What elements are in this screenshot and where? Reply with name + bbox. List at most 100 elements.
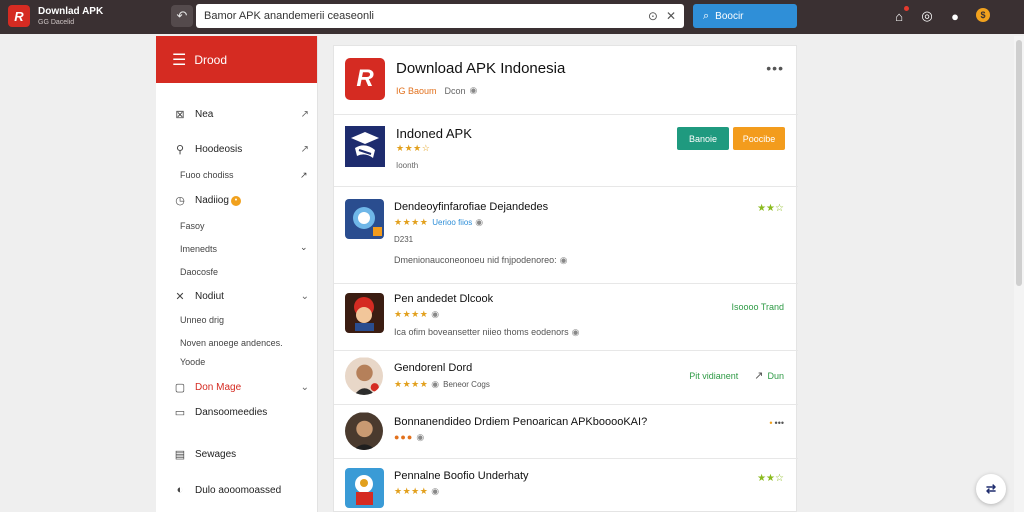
magnifier-icon: ⌕	[703, 9, 710, 22]
app-category: Beneor Cogs	[443, 380, 490, 389]
app-avatar[interactable]	[345, 412, 383, 450]
featured-app-meta: Ioonth	[396, 161, 419, 170]
app-icon[interactable]	[345, 293, 384, 333]
info-icon[interactable]: ◉	[416, 432, 424, 442]
info-icon[interactable]: ◉	[431, 379, 439, 389]
chevron-down-icon: ⌄	[300, 382, 309, 393]
app-title[interactable]: Pen andedet Dlcook	[394, 293, 493, 305]
more-options-icon[interactable]: • •••	[769, 418, 784, 428]
app-trend-label[interactable]: Isoooo Trand	[731, 302, 784, 312]
primary-action-button[interactable]: Banoie	[677, 127, 729, 150]
app-rating: ★★★★ Uerioo fiios ◉	[394, 217, 484, 227]
sidebar-item-dulo[interactable]: ◐ Dulo aooomoassed	[156, 484, 318, 496]
info-icon[interactable]: ◉	[475, 217, 483, 227]
app-description: Dmenionauconeonoeu nid fnjpodenoreo: ◉	[394, 255, 568, 265]
sidebar-subitem[interactable]: Noven anoege andences.	[180, 338, 283, 348]
home-icon[interactable]: ⌂	[892, 6, 909, 24]
floating-action-button[interactable]: ⇄	[976, 474, 1006, 504]
arrow-icon: ↗	[300, 170, 308, 180]
app-title[interactable]: Bonnanendideo Drdiem Penoarican APKboooo…	[394, 416, 647, 428]
app-actions: Pit vidianent ↗ Dun	[689, 369, 784, 382]
clock-icon: ◷	[175, 195, 185, 207]
brand-subtitle: GG Dacelid	[38, 18, 75, 26]
sidebar-item-dansoomeedies[interactable]: ▭ Dansoomeedies	[156, 406, 318, 419]
app-link[interactable]: Dun	[767, 371, 784, 381]
sidebar-item-nea[interactable]: ⊠ Nea ↗	[156, 108, 318, 121]
sidebar-subitem[interactable]: Fasoy	[180, 221, 205, 231]
secondary-action-button[interactable]: Poocibe	[733, 127, 785, 150]
brand-title: Downlad APK	[38, 5, 104, 17]
featured-app-title[interactable]: Indoned APK	[396, 126, 472, 141]
main-panel: R Download APK Indonesia IG Baoum Dcon ◉…	[333, 45, 798, 512]
app-title[interactable]: Dendeoyfinfarofiae Dejandedes	[394, 201, 548, 213]
document-icon: ▤	[174, 449, 186, 461]
sidebar-item-sewages[interactable]: ▤ Sewages	[156, 448, 318, 461]
info-icon[interactable]: ◉	[560, 255, 568, 265]
trend-icon: ↗	[754, 370, 764, 382]
app-title[interactable]: Pennalne Boofio Underhaty	[394, 470, 529, 482]
sidebar-subitem[interactable]: Yoode	[180, 357, 205, 367]
sidebar-item-nodiut[interactable]: ✕ Nodiut ⌄	[156, 290, 318, 303]
divider	[334, 350, 798, 351]
sidebar-subitem[interactable]: Unneo drig	[180, 315, 224, 325]
app-rating: ★★★★ ◉ Beneor Cogs	[394, 379, 490, 389]
info-icon[interactable]: ◉	[431, 486, 439, 496]
wrench-icon: ⚲	[175, 144, 185, 156]
featured-app-icon[interactable]	[345, 126, 385, 167]
sidebar-header[interactable]: ☰ Drood	[156, 36, 317, 83]
circle-icon: ◐	[176, 484, 184, 496]
sidebar-header-label: Drood	[194, 52, 228, 67]
search-bar: ⊙ ✕	[196, 4, 684, 28]
arrow-icon: ↗	[300, 109, 309, 120]
app-icon[interactable]	[345, 199, 384, 239]
hero-tag[interactable]: IG Baoum	[396, 86, 437, 96]
app-title[interactable]: Gendorenl Dord	[394, 362, 472, 374]
search-button[interactable]: ⌕ Boocir	[693, 4, 797, 28]
notification-icon[interactable]: ◎	[920, 8, 934, 24]
app-rating-right: ★★☆	[757, 203, 784, 214]
app-status-label[interactable]: Pit vidianent	[689, 371, 738, 381]
app-description: Ica ofim boveansetter niieo thoms eodeno…	[394, 327, 580, 337]
brand-logo: R	[8, 5, 30, 27]
app-icon[interactable]	[345, 468, 384, 508]
chevron-down-icon: ⌄	[300, 291, 309, 302]
hero-section: R Download APK Indonesia IG Baoum Dcon ◉…	[334, 46, 798, 114]
info-icon[interactable]: ◉	[470, 85, 478, 96]
coin-icon[interactable]: $	[976, 8, 990, 22]
divider	[334, 404, 798, 405]
sidebar-subitem[interactable]: Daocosfe	[180, 267, 218, 277]
app-rating-right: ★★☆	[757, 473, 784, 484]
divider	[334, 114, 798, 115]
info-icon[interactable]: ◉	[572, 327, 580, 337]
clear-icon[interactable]: ✕	[666, 9, 676, 23]
search-input[interactable]	[204, 10, 640, 22]
divider	[334, 458, 798, 459]
app-avatar[interactable]	[345, 357, 383, 395]
sidebar-item-hoodeosis[interactable]: ⚲ Hoodeosis ↗	[156, 143, 318, 156]
scrollbar-thumb[interactable]	[1016, 40, 1022, 286]
hero-meta-label: Dcon	[444, 85, 466, 96]
folder-icon: ▢	[174, 382, 186, 394]
scrollbar[interactable]	[1014, 36, 1024, 512]
message-icon: ▭	[174, 407, 186, 419]
menu-icon: ☰	[172, 51, 187, 69]
arrow-icon: ↗	[300, 144, 309, 155]
back-button[interactable]: ↶	[171, 5, 193, 27]
sidebar-item-nadiiog[interactable]: ◷ Nadiiog •	[156, 194, 318, 207]
sidebar-subitem[interactable]: Imenedts	[180, 244, 217, 254]
brand[interactable]: R Downlad APK GG Dacelid	[8, 5, 103, 27]
info-icon[interactable]: ◉	[431, 309, 439, 319]
more-options-icon[interactable]: •••	[766, 60, 784, 76]
app-category: Uerioo fiios	[432, 218, 473, 227]
app-rating: ★★★★ ◉	[394, 309, 440, 319]
divider	[334, 283, 798, 284]
sidebar-subitem[interactable]: Fuoo chodiss	[180, 170, 234, 180]
app-version: D231	[394, 235, 414, 244]
app-rating: ●●● ◉	[394, 432, 425, 442]
search-icon[interactable]: ⊙	[648, 9, 658, 23]
account-icon[interactable]: ●	[948, 8, 962, 24]
search-button-label: Boocir	[715, 10, 744, 22]
sidebar-item-don-mage[interactable]: ▢ Don Mage ⌄	[156, 381, 318, 394]
chevron-down-icon[interactable]: ⌄	[300, 242, 308, 253]
divider	[334, 186, 798, 187]
